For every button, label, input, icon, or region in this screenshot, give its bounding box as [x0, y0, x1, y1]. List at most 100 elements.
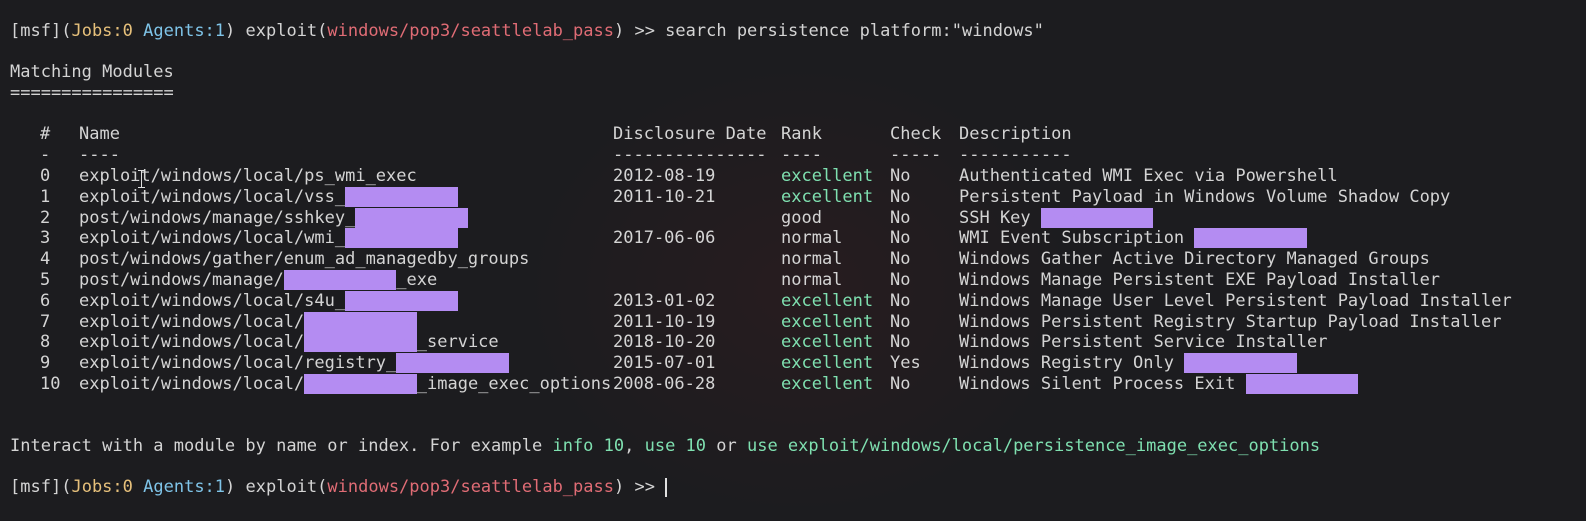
prompt-suffix: ) >>: [613, 477, 666, 497]
rank-value: excellent: [781, 353, 874, 373]
description-part: Windows Persistent Registry Startup Payl…: [959, 312, 1502, 332]
description-part: Windows Registry Only: [959, 353, 1185, 373]
module-description: Persistent Payload in Windows Volume Sha…: [959, 187, 1450, 208]
disclosure-date: 2018-10-20: [613, 332, 716, 352]
module-name-part: exploit/windows/local/wmi_: [79, 228, 346, 248]
text-cursor[interactable]: [665, 477, 668, 497]
disclosure-date: 2017-06-06: [613, 228, 716, 248]
description-part: Authenticated WMI Exec via Powershell: [959, 166, 1338, 186]
module-name[interactable]: post/windows/manage/persistence_exe: [79, 270, 437, 291]
disclosure-date: 2015-07-01: [613, 353, 716, 373]
rank-value: good: [781, 208, 822, 228]
prompt-bracket-open: [: [10, 21, 21, 41]
row-index: 3: [40, 228, 51, 248]
hint-text: Interact with a module by name or index.…: [10, 436, 553, 456]
module-description: SSH Key Persistence: [959, 208, 1154, 229]
separator-check: -----: [890, 145, 942, 165]
hint-or: or: [706, 436, 747, 456]
heading-underline: ================: [10, 83, 174, 103]
header-date: Disclosure Date: [613, 124, 767, 144]
check-value: No: [890, 291, 911, 311]
search-highlight: Persistence: [1184, 353, 1297, 373]
hint-sep: ,: [624, 436, 645, 456]
module-name-part: _service: [416, 332, 499, 352]
description-part: Windows Silent Process Exit: [959, 374, 1246, 394]
search-highlight: persistence: [304, 312, 417, 332]
header-rank: Rank: [781, 124, 822, 144]
module-name-part: exploit/windows/local/: [79, 332, 305, 352]
description-part: Windows Gather Active Directory Managed …: [959, 249, 1430, 269]
row-index: 10: [40, 374, 61, 394]
module-name-part: _exe: [396, 270, 438, 290]
row-index: 0: [40, 166, 51, 186]
prompt-agents: Agents:1: [143, 21, 226, 41]
module-name[interactable]: exploit/windows/local/persistence: [79, 312, 417, 333]
description-part: Windows Manage Persistent EXE Payload In…: [959, 270, 1441, 290]
rank-value: excellent: [781, 166, 874, 186]
prompt-module: windows/pop3/seattlelab_pass: [327, 477, 614, 497]
prompt-paren-open: (: [61, 477, 72, 497]
check-value: No: [890, 332, 911, 352]
search-highlight: persistence: [345, 228, 458, 248]
separator-desc: -----------: [959, 145, 1072, 165]
module-name[interactable]: exploit/windows/local/vss_persistence: [79, 187, 458, 208]
prompt-msf: msf: [20, 21, 51, 41]
separator-date: ---------------: [613, 145, 767, 165]
module-name[interactable]: exploit/windows/local/wmi_persistence: [79, 228, 458, 249]
prompt-bracket-close: ]: [50, 477, 62, 497]
module-name-part: post/windows/gather/enum_ad_managedby_gr…: [79, 249, 530, 269]
module-description: Authenticated WMI Exec via Powershell: [959, 166, 1338, 187]
search-highlight: Persistence: [1194, 228, 1307, 248]
description-part: Windows Manage User Level Persistent Pay…: [959, 291, 1512, 311]
module-name[interactable]: exploit/windows/local/s4u_persistence: [79, 291, 458, 312]
prompt-line-input[interactable]: [msf](Jobs:0 Agents:1) exploit(windows/p…: [10, 477, 668, 498]
module-description: Windows Persistent Registry Startup Payl…: [959, 312, 1501, 333]
prompt-bracket-open: [: [10, 477, 21, 497]
prompt-jobs: Jobs:0: [71, 21, 133, 41]
prompt-msf: msf: [20, 477, 51, 497]
module-description: WMI Event Subscription Persistence: [959, 228, 1307, 249]
prompt-module: windows/pop3/seattlelab_pass: [327, 21, 614, 41]
header-name: Name: [79, 124, 120, 144]
row-index: 1: [40, 187, 51, 207]
description-part: SSH Key: [959, 208, 1041, 228]
module-name[interactable]: exploit/windows/local/ps_wmi_exec: [79, 166, 417, 187]
check-value: No: [890, 270, 911, 290]
rank-value: excellent: [781, 374, 874, 394]
check-value: No: [890, 249, 911, 269]
row-index: 7: [40, 312, 51, 332]
module-name[interactable]: post/windows/gather/enum_ad_managedby_gr…: [79, 249, 529, 270]
module-description: Windows Gather Active Directory Managed …: [959, 249, 1430, 270]
module-name-part: exploit/windows/local/ps_wmi_exec: [79, 166, 417, 186]
rank-value: normal: [781, 270, 843, 290]
prompt-suffix: ) >>: [613, 21, 666, 41]
module-name[interactable]: exploit/windows/local/persistence_servic…: [79, 332, 499, 353]
disclosure-date: 2011-10-21: [613, 187, 716, 207]
module-description: Windows Manage User Level Persistent Pay…: [959, 291, 1512, 312]
prompt-paren-close: ): [225, 477, 236, 497]
module-name-part: exploit/windows/local/: [79, 374, 305, 394]
check-value: No: [890, 166, 911, 186]
description-part: WMI Event Subscription: [959, 228, 1195, 248]
module-name-part: exploit/windows/local/: [79, 312, 305, 332]
module-name[interactable]: exploit/windows/local/registry_persisten…: [79, 353, 509, 374]
module-name[interactable]: exploit/windows/local/persistence_image_…: [79, 374, 611, 395]
check-value: No: [890, 208, 911, 228]
prompt-jobs: Jobs:0: [71, 477, 133, 497]
search-highlight: Persistence: [1245, 374, 1359, 394]
prompt-exploit-prefix: exploit(: [235, 21, 328, 41]
module-description: Windows Silent Process Exit Persistence: [959, 374, 1359, 395]
search-highlight: persistence: [283, 270, 397, 290]
interact-hint: Interact with a module by name or index.…: [10, 436, 1320, 457]
search-highlight: persistence: [345, 291, 458, 311]
hint-use-index-command: use 10: [644, 436, 707, 456]
search-highlight: persistence: [304, 332, 417, 352]
check-value: No: [890, 374, 911, 394]
search-highlight: persistence: [345, 187, 458, 207]
module-name[interactable]: post/windows/manage/sshkey_persistence: [79, 208, 468, 229]
search-highlight: persistence: [355, 208, 468, 228]
disclosure-date: 2012-08-19: [613, 166, 716, 186]
header-desc: Description: [959, 124, 1072, 144]
separator-name: ----: [79, 145, 120, 165]
rank-value: excellent: [781, 332, 874, 352]
